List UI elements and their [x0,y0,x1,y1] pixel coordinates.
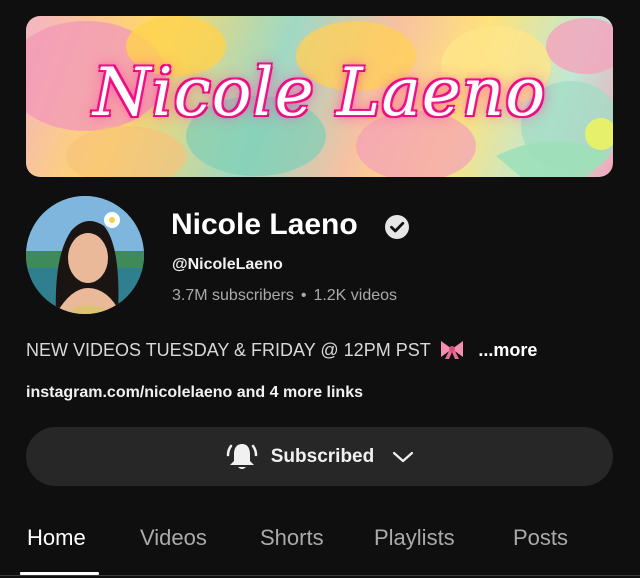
tabs-divider [0,575,640,576]
channel-handle: @NicoleLaeno [172,256,283,273]
ribbon-bow-icon [441,341,464,359]
banner-title: Nicole Laeno [92,54,547,131]
avatar[interactable] [26,196,144,314]
channel-banner: Nicole Laeno [26,16,613,177]
video-count: 1.2K videos [313,287,398,304]
channel-links[interactable]: instagram.com/nicolelaeno and 4 more lin… [26,383,363,403]
channel-stats: 3.7M subscribers • 1.2K videos [172,286,397,306]
verified-check-icon [385,215,409,239]
tab-home[interactable]: Home [27,524,86,552]
bell-icon [226,443,257,469]
subscribed-button[interactable]: Subscribed [26,427,613,486]
channel-tabs: Home Videos Shorts Playlists Posts [0,510,640,578]
chevron-down-icon [393,451,414,462]
tab-shorts[interactable]: Shorts [260,524,324,552]
description-more-link[interactable]: ...more [478,340,537,360]
subscriber-count: 3.7M subscribers [172,287,294,304]
channel-description[interactable]: NEW VIDEOS TUESDAY & FRIDAY @ 12PM PST .… [26,338,537,362]
stats-separator: • [300,287,307,304]
tab-videos[interactable]: Videos [140,524,207,552]
channel-name: Nicole Laeno [171,208,358,241]
subscribed-label: Subscribed [270,445,375,467]
avatar-image [26,196,144,314]
description-text: NEW VIDEOS TUESDAY & FRIDAY @ 12PM PST [26,340,431,360]
tab-playlists[interactable]: Playlists [374,524,455,552]
tab-posts[interactable]: Posts [513,524,568,552]
